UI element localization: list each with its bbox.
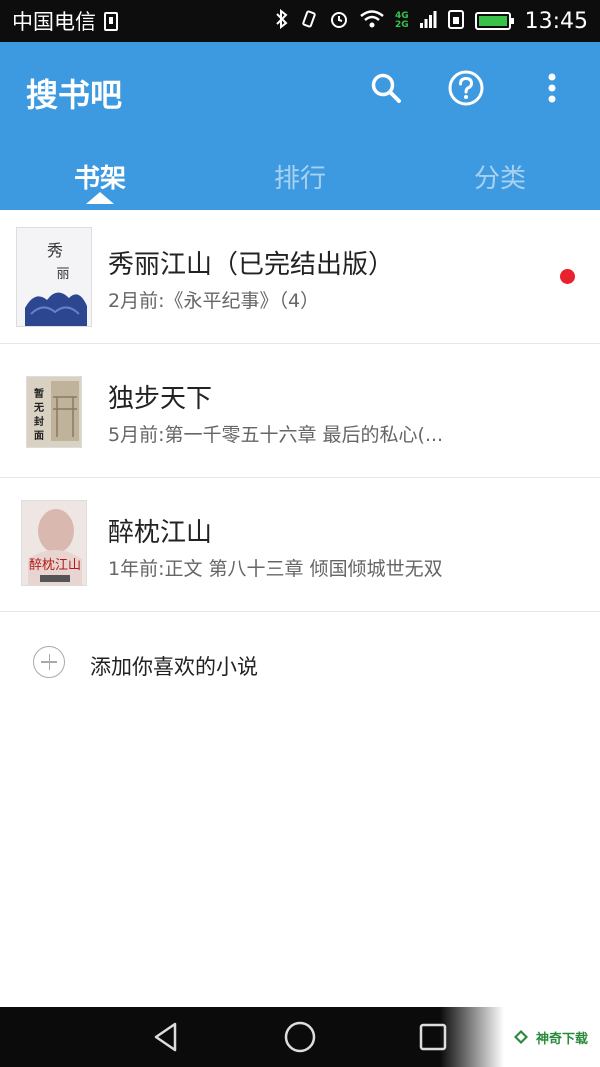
book-item[interactable]: 醉枕江山 醉枕江山 1年前:正文 第八十三章 倾国倾城世无双 — [0, 478, 600, 612]
network-tag-2g: 2G — [394, 20, 409, 30]
watermark: 神奇下载 — [440, 1007, 600, 1067]
carrier-name: 中国电信 — [12, 10, 96, 34]
tab-categories[interactable]: 分类 — [400, 150, 600, 210]
search-icon — [371, 73, 401, 103]
status-bar: 中国电信 4G 2G 13:45 — [0, 0, 600, 42]
add-book-label: 添加你喜欢的小说 — [90, 655, 258, 679]
battery-fill — [478, 16, 507, 26]
overflow-menu-icon — [548, 73, 556, 103]
book-cover: 暂 无 封 面 — [26, 376, 82, 448]
sim-card-icon — [104, 11, 118, 31]
active-tab-indicator — [86, 192, 114, 204]
watermark-text: 神奇下载 — [535, 1031, 588, 1047]
update-dot — [560, 269, 575, 284]
book-latest-chapter: 1年前:正文 第八十三章 倾国倾城世无双 — [108, 558, 443, 580]
bluetooth-icon — [275, 8, 289, 33]
nav-home-button[interactable] — [280, 1019, 320, 1055]
status-icons: 4G 2G 13:45 — [275, 9, 588, 34]
back-triangle-icon — [154, 1022, 177, 1052]
svg-text:秀: 秀 — [47, 241, 63, 260]
carrier-area: 中国电信 — [12, 6, 275, 36]
help-icon — [448, 70, 484, 106]
svg-text:封: 封 — [34, 415, 44, 428]
svg-text:暂: 暂 — [34, 387, 44, 400]
book-item[interactable]: 秀 丽 秀丽江山（已完结出版） 2月前:《永平纪事》（4） — [0, 210, 600, 344]
sim-signal-icon — [447, 9, 465, 33]
book-cover: 醉枕江山 — [21, 500, 87, 586]
app-title: 搜书吧 — [26, 76, 123, 114]
svg-text:醉枕江山: 醉枕江山 — [29, 557, 81, 573]
nav-back-button[interactable] — [146, 1019, 186, 1055]
signal-icon — [419, 9, 437, 33]
book-title: 秀丽江山（已完结出版） — [108, 250, 395, 280]
system-nav-bar: 神奇下载 — [0, 1007, 600, 1067]
book-cover: 秀 丽 — [16, 227, 92, 327]
tab-ranking[interactable]: 排行 — [200, 150, 400, 210]
app-bar: 搜书吧 书架 排行 分类 — [0, 42, 600, 210]
battery-icon — [474, 12, 514, 30]
watermark-logo-icon — [513, 1030, 528, 1044]
svg-text:面: 面 — [34, 430, 44, 442]
book-latest-chapter: 5月前:第一千零五十六章 最后的私心(... — [108, 424, 444, 446]
alarm-icon — [329, 9, 349, 33]
book-title: 醉枕江山 — [108, 518, 213, 548]
home-circle-icon — [284, 1021, 316, 1053]
svg-text:丽: 丽 — [56, 267, 69, 282]
book-title: 独步天下 — [108, 384, 213, 414]
svg-text:无: 无 — [33, 402, 44, 414]
add-book-row[interactable]: 添加你喜欢的小说 — [0, 612, 600, 712]
network-type-badge: 4G 2G — [395, 12, 409, 30]
book-latest-chapter: 2月前:《永平纪事》（4） — [108, 290, 320, 312]
book-item[interactable]: 暂 无 封 面 独步天下 5月前:第一千零五十六章 最后的私心(... — [0, 344, 600, 478]
vibrate-icon — [299, 9, 319, 33]
book-list: 秀 丽 秀丽江山（已完结出版） 2月前:《永平纪事》（4） 暂 无 封 面 独步… — [0, 210, 600, 612]
help-button[interactable] — [446, 68, 486, 108]
search-button[interactable] — [366, 68, 406, 108]
wifi-icon — [359, 9, 385, 33]
clock: 13:45 — [524, 8, 588, 34]
more-options-button[interactable] — [532, 68, 572, 108]
add-circle-icon — [33, 646, 65, 678]
